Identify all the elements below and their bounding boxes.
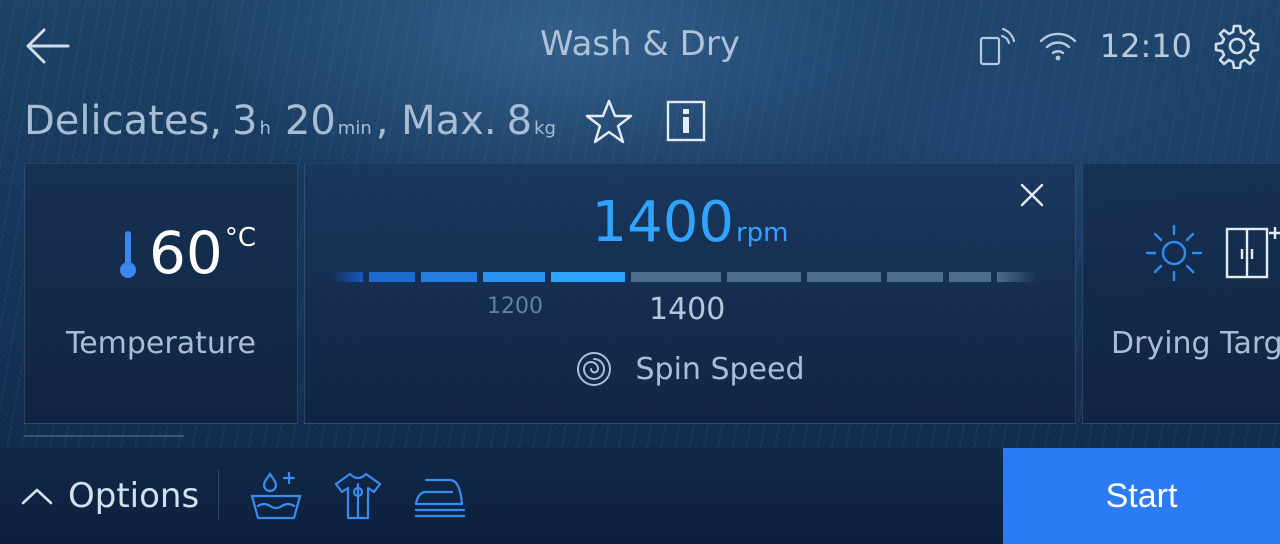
bottom-bar: Options Start <box>0 448 1280 544</box>
options-separator <box>218 470 219 520</box>
options-label: Options <box>68 476 200 516</box>
duration-minutes-unit: min <box>337 118 372 139</box>
spin-speed-number: 1400 <box>591 190 734 255</box>
info-icon <box>666 100 706 142</box>
spin-slider-segment[interactable] <box>949 272 991 282</box>
easy-iron-option[interactable] <box>412 470 468 522</box>
wardrobe-icon <box>1225 227 1280 279</box>
spin-speed-slider[interactable] <box>331 270 1043 284</box>
duration-minutes: 20 <box>284 98 336 144</box>
star-icon <box>585 99 633 144</box>
chevron-up-icon <box>21 488 53 505</box>
duration-hours: 3 <box>232 98 258 144</box>
anti-wrinkle-icon <box>334 472 382 520</box>
top-bar: Wash & Dry 12:10 <box>0 0 1280 92</box>
temperature-label: Temperature <box>65 326 257 361</box>
status-area: 12:10 <box>956 22 1260 70</box>
program-name: Delicates, <box>24 98 222 144</box>
max-load-prefix: , Max. <box>375 98 497 144</box>
max-load-unit: kg <box>534 118 556 139</box>
max-load-value: 8 <box>506 98 533 144</box>
extra-water-icon <box>250 471 302 520</box>
spin-slider-segment[interactable] <box>997 272 1037 282</box>
sun-icon <box>1145 224 1203 282</box>
temperature-value: 60 °C <box>117 224 256 282</box>
back-arrow-icon <box>26 28 70 64</box>
drying-target-card[interactable]: Drying Targ <box>1082 163 1280 424</box>
spin-speed-label-row: Spin Speed <box>305 350 1075 388</box>
spin-speed-card[interactable]: 1400rpm 1200 1400 Spin Speed <box>304 163 1076 424</box>
thermometer-icon <box>120 231 136 278</box>
temperature-card[interactable]: 60 °C Temperature <box>24 163 298 424</box>
temperature-unit: °C <box>224 223 256 253</box>
spin-tick-current[interactable]: 1400 <box>649 292 725 327</box>
extra-water-option[interactable] <box>248 470 304 522</box>
spin-slider-segment[interactable] <box>369 272 415 282</box>
spin-speed-unit: rpm <box>735 218 789 248</box>
duration-hours-unit: h <box>259 118 271 139</box>
scroll-indicator <box>24 435 184 437</box>
favorite-button[interactable] <box>584 98 634 146</box>
drying-icons <box>1143 222 1280 284</box>
spin-slider-segment[interactable] <box>887 272 943 282</box>
spin-icon <box>577 352 612 386</box>
options-button[interactable]: Options <box>20 472 199 520</box>
spin-slider-segment[interactable] <box>631 272 721 282</box>
settings-gear-icon[interactable] <box>1214 23 1260 69</box>
spin-slider-segment[interactable] <box>807 272 881 282</box>
spin-slider-segment[interactable] <box>727 272 801 282</box>
anti-wrinkle-option[interactable] <box>330 470 386 522</box>
easy-iron-icon <box>414 478 466 518</box>
start-button[interactable]: Start <box>1003 448 1280 544</box>
remote-start-icon <box>979 27 1015 66</box>
spin-slider-segment[interactable] <box>331 272 363 282</box>
spin-slider-segment[interactable] <box>551 272 625 282</box>
spin-slider-segment[interactable] <box>483 272 545 282</box>
clock: 12:10 <box>1099 27 1192 65</box>
temperature-number: 60 <box>149 219 223 287</box>
wifi-icon <box>1039 32 1076 61</box>
spin-tick-previous[interactable]: 1200 <box>487 294 543 319</box>
program-summary: Delicates, 3 h 20 min , Max. 8 kg <box>24 98 560 152</box>
drying-target-label: Drying Targ <box>1111 326 1280 361</box>
spin-speed-value: 1400rpm <box>305 190 1075 255</box>
spin-slider-segment[interactable] <box>421 272 477 282</box>
page-title: Wash & Dry <box>540 24 740 64</box>
spin-speed-label: Spin Speed <box>635 351 805 387</box>
back-button[interactable] <box>22 26 72 66</box>
info-button[interactable] <box>666 100 706 142</box>
